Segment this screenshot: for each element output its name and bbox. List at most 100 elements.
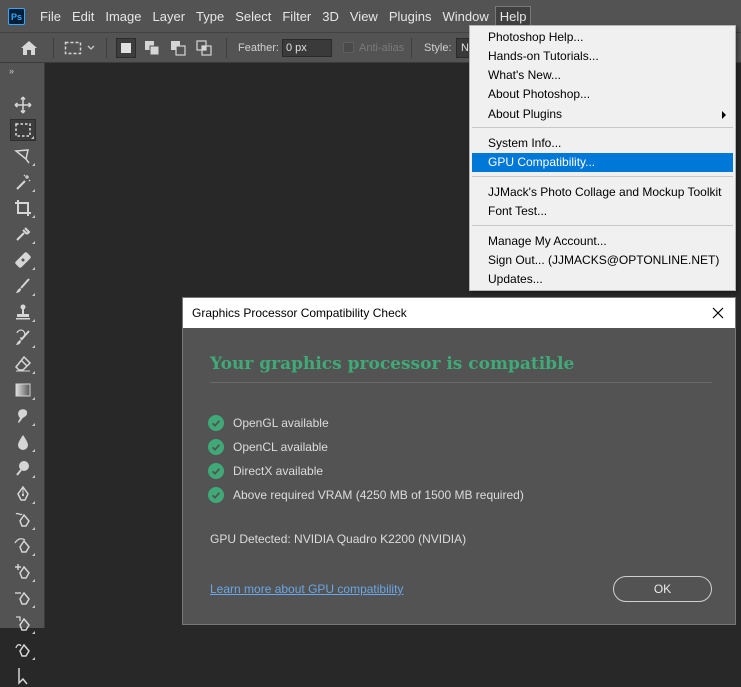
- dialog-close-button[interactable]: [701, 298, 735, 328]
- eyedropper-icon: [16, 227, 31, 241]
- healing-brush-tool[interactable]: [10, 249, 36, 271]
- check-row-directx: DirectX available: [208, 462, 323, 480]
- lasso-tool[interactable]: [10, 145, 36, 167]
- menu-window[interactable]: Window: [437, 6, 493, 27]
- healing-brush-icon: [15, 252, 31, 268]
- menu-file[interactable]: File: [35, 6, 66, 27]
- subtract-selection-icon: [171, 40, 186, 56]
- check-label: OpenCL available: [233, 440, 328, 454]
- check-circle-icon: [208, 487, 224, 503]
- delete-anchor-tool[interactable]: [10, 587, 36, 609]
- brush-tool[interactable]: [10, 275, 36, 297]
- gradient-tool[interactable]: [10, 379, 36, 401]
- convert-point-tool[interactable]: [10, 613, 36, 635]
- menu-edit[interactable]: Edit: [67, 6, 99, 27]
- magic-wand-icon: [16, 174, 31, 190]
- home-button[interactable]: [20, 33, 38, 62]
- intersect-selection-button[interactable]: [194, 38, 214, 58]
- freeform-pen-tool-2[interactable]: [10, 639, 36, 661]
- add-selection-button[interactable]: [142, 38, 162, 58]
- move-tool[interactable]: [10, 94, 36, 116]
- eyedropper-tool[interactable]: [10, 223, 36, 245]
- convert-point-icon: [16, 616, 30, 631]
- menu-plugins[interactable]: Plugins: [384, 6, 437, 27]
- pen-variant-icon: [15, 643, 30, 657]
- menu-separator: [472, 176, 733, 177]
- menu-item-about-plugins[interactable]: About Plugins: [472, 105, 733, 124]
- eraser-tool[interactable]: [10, 353, 36, 375]
- home-icon: [21, 40, 37, 55]
- menu-item-updates[interactable]: Updates...: [472, 270, 733, 289]
- magic-wand-tool[interactable]: [10, 171, 36, 193]
- brush-icon: [16, 278, 30, 293]
- check-row-vram: Above required VRAM (4250 MB of 1500 MB …: [208, 486, 524, 504]
- lasso-icon: [14, 149, 30, 164]
- help-menu-dropdown: Photoshop Help... Hands-on Tutorials... …: [469, 25, 736, 291]
- dialog-title-bar[interactable]: Graphics Processor Compatibility Check: [183, 298, 735, 328]
- menu-filter[interactable]: Filter: [277, 6, 316, 27]
- check-circle-icon: [208, 463, 224, 479]
- anti-alias-checkbox[interactable]: [343, 42, 354, 53]
- menu-help[interactable]: Help: [494, 5, 532, 27]
- new-selection-button[interactable]: [116, 37, 136, 58]
- path-select-tool[interactable]: [10, 665, 36, 687]
- divider: [106, 38, 107, 58]
- menu-item-hands-on-tutorials[interactable]: Hands-on Tutorials...: [472, 47, 733, 66]
- menu-list: File Edit Image Layer Type Select Filter…: [35, 5, 532, 27]
- delete-anchor-icon: [15, 591, 30, 605]
- menu-select[interactable]: Select: [230, 6, 276, 27]
- add-anchor-tool[interactable]: [10, 561, 36, 583]
- menu-item-whats-new[interactable]: What's New...: [472, 66, 733, 85]
- smudge-tool[interactable]: [10, 405, 36, 427]
- curvature-pen-tool[interactable]: [10, 535, 36, 557]
- divider: [226, 38, 227, 58]
- dodge-tool[interactable]: [10, 457, 36, 479]
- check-label: DirectX available: [233, 464, 324, 478]
- clone-stamp-tool[interactable]: [10, 301, 36, 323]
- learn-more-link[interactable]: Learn more about GPU compatibility: [210, 582, 403, 596]
- marquee-tool[interactable]: [10, 119, 36, 141]
- photoshop-logo[interactable]: Ps: [8, 7, 25, 25]
- crop-tool[interactable]: [10, 197, 36, 219]
- menu-item-jjmack-toolkit[interactable]: JJMack's Photo Collage and Mockup Toolki…: [472, 183, 733, 202]
- menu-item-label: About Plugins: [488, 107, 563, 121]
- menu-item-font-test[interactable]: Font Test...: [472, 202, 733, 221]
- anti-alias-label: Anti-alias: [359, 41, 405, 54]
- blur-drop-icon: [18, 435, 28, 450]
- menu-item-about-photoshop[interactable]: About Photoshop...: [472, 85, 733, 104]
- collapse-panel-icon[interactable]: »: [9, 66, 14, 76]
- menu-layer[interactable]: Layer: [148, 6, 191, 27]
- menu-type[interactable]: Type: [191, 6, 229, 27]
- menu-3d[interactable]: 3D: [317, 6, 344, 27]
- ok-button[interactable]: OK: [613, 576, 712, 602]
- divider: [53, 38, 54, 58]
- divider: [411, 38, 412, 58]
- check-circle-icon: [208, 439, 224, 455]
- blur-tool[interactable]: [10, 431, 36, 453]
- menu-item-manage-account[interactable]: Manage My Account...: [472, 232, 733, 251]
- submenu-arrow-icon: [722, 111, 726, 119]
- clone-stamp-icon: [16, 304, 30, 320]
- history-brush-icon: [16, 329, 30, 345]
- marquee-preset-picker[interactable]: [64, 33, 96, 62]
- subtract-selection-button[interactable]: [168, 38, 188, 58]
- eraser-icon: [14, 355, 32, 372]
- check-label: Above required VRAM (4250 MB of 1500 MB …: [233, 488, 524, 502]
- new-selection-icon: [121, 42, 131, 53]
- menu-item-photoshop-help[interactable]: Photoshop Help...: [472, 28, 733, 47]
- pen-tool[interactable]: [10, 483, 36, 505]
- add-selection-icon: [145, 40, 160, 55]
- feather-input[interactable]: [282, 38, 332, 57]
- style-label: Style:: [424, 41, 452, 54]
- check-row-opengl: OpenGL available: [208, 414, 329, 432]
- history-brush-tool[interactable]: [10, 327, 36, 349]
- menu-item-sign-out[interactable]: Sign Out... (JJMACKS@OPTONLINE.NET): [472, 251, 733, 270]
- menu-view[interactable]: View: [345, 6, 383, 27]
- add-anchor-icon: [15, 564, 30, 579]
- gpu-compatibility-dialog: Graphics Processor Compatibility Check Y…: [182, 297, 736, 625]
- menu-item-gpu-compatibility[interactable]: GPU Compatibility...: [472, 153, 733, 172]
- menu-item-system-info[interactable]: System Info...: [472, 134, 733, 153]
- freeform-pen-tool[interactable]: [10, 509, 36, 531]
- intersect-selection-icon: [196, 39, 212, 56]
- menu-image[interactable]: Image: [100, 6, 146, 27]
